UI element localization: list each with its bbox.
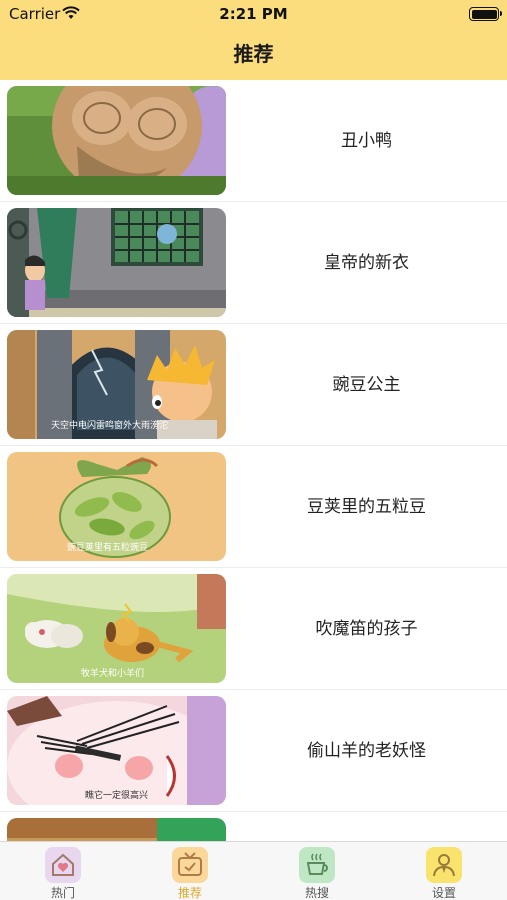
story-title: 偷山羊的老妖怪 [307,741,426,761]
status-time: 2:21 PM [219,5,288,23]
tv-icon [172,847,208,883]
story-thumbnail: 牧羊犬和小羊们 [7,574,226,683]
status-bar: Carrier 2:21 PM [0,0,507,28]
tab-label: 设置 [431,886,456,900]
tab-label: 推荐 [177,886,202,900]
tab-trending[interactable]: 热搜 [254,842,380,900]
story-row[interactable]: 丑小鸭 [0,80,507,202]
story-row[interactable]: 豌豆荚里有五粒豌豆 豆荚里的五粒豆 [0,446,507,568]
story-thumbnail: 瞧它一定很高兴 [7,696,226,805]
battery-icon [469,7,502,21]
tab-settings[interactable]: 设置 [381,842,507,900]
story-list[interactable]: 丑小鸭 皇帝的新衣 天空中电闪雷鸣窗外大雨滂沱 豌豆公主 豌豆荚里有五粒豌豆 豆… [0,80,507,841]
story-row[interactable] [0,812,507,841]
story-row[interactable]: 牧羊犬和小羊们 吹魔笛的孩子 [0,568,507,690]
story-title: 豌豆公主 [332,375,401,395]
subtitle-caption: 豌豆荚里有五粒豌豆 [67,541,148,553]
tab-bar: 热门 推荐 热搜 设置 [0,841,507,900]
story-thumbnail: 豌豆荚里有五粒豌豆 [7,452,226,561]
story-row[interactable]: 皇帝的新衣 [0,202,507,324]
person-icon [426,847,462,883]
story-thumbnail [7,86,226,195]
subtitle-caption: 牧羊犬和小羊们 [81,667,144,679]
story-title: 皇帝的新衣 [324,253,409,273]
coffee-cup-icon [299,847,335,883]
story-row[interactable]: 天空中电闪雷鸣窗外大雨滂沱 豌豆公主 [0,324,507,446]
story-thumbnail: 天空中电闪雷鸣窗外大雨滂沱 [7,330,226,439]
story-thumbnail [7,818,226,841]
subtitle-caption: 天空中电闪雷鸣窗外大雨滂沱 [51,419,168,431]
app-header: Carrier 2:21 PM 推荐 [0,0,507,80]
story-title: 丑小鸭 [341,131,392,151]
story-title: 吹魔笛的孩子 [315,619,418,639]
tab-label: 热搜 [304,886,329,900]
story-thumbnail [7,208,226,317]
subtitle-caption: 瞧它一定很高兴 [85,789,148,801]
tab-recommend[interactable]: 推荐 [127,842,253,900]
tab-label: 热门 [50,886,75,900]
story-row[interactable]: 瞧它一定很高兴 偷山羊的老妖怪 [0,690,507,812]
tab-hot[interactable]: 热门 [0,842,126,900]
story-title: 豆荚里的五粒豆 [307,497,426,517]
house-heart-icon [45,847,81,883]
page-title: 推荐 [233,42,274,66]
